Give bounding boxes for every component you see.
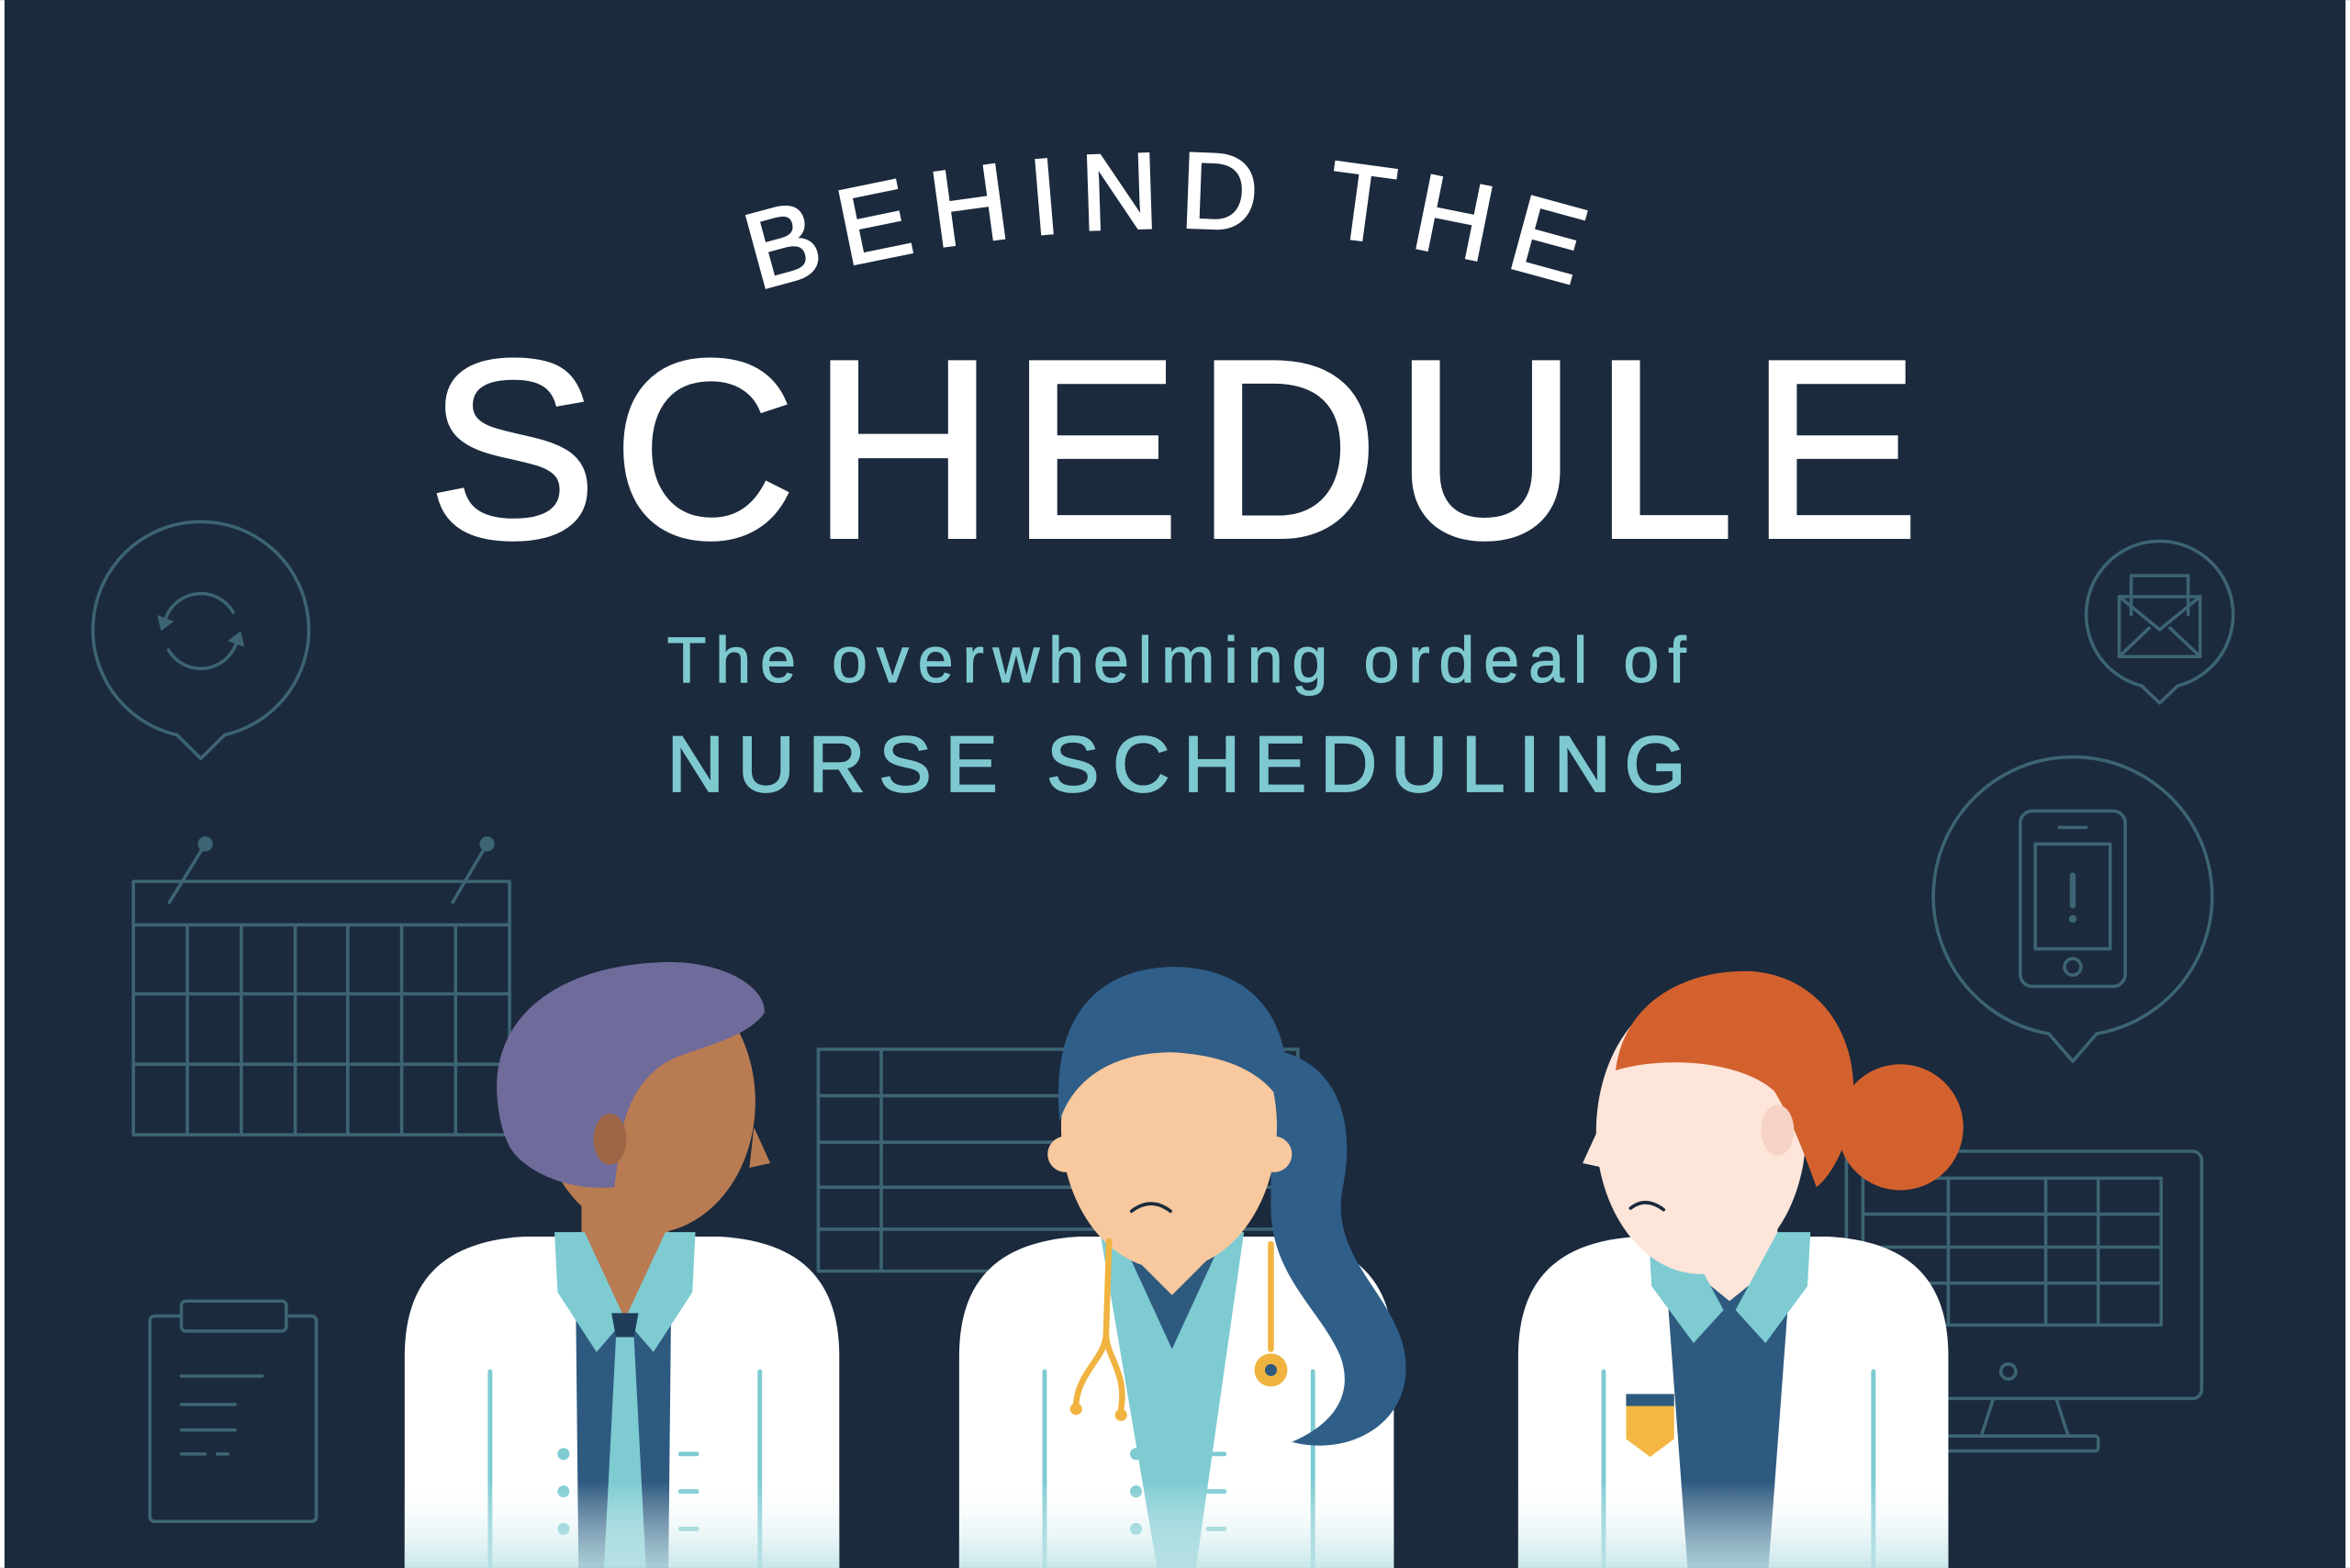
right-border bbox=[2345, 0, 2350, 1568]
ear bbox=[1761, 1104, 1795, 1156]
hair-bun bbox=[1837, 1064, 1964, 1191]
ear bbox=[593, 1114, 627, 1165]
coat-fade bbox=[958, 1481, 1394, 1568]
coat-fade bbox=[404, 1481, 840, 1568]
subtitle-line: The overwhelming ordeal of bbox=[667, 623, 1687, 696]
tie-knot bbox=[611, 1313, 639, 1338]
coat-fade bbox=[1517, 1481, 1949, 1568]
left-border bbox=[0, 0, 5, 1568]
title-main: SCHEDULE bbox=[428, 308, 1919, 591]
infographic-header: BEHIND THE SCHEDULE The overwhelming ord… bbox=[0, 0, 2350, 1568]
